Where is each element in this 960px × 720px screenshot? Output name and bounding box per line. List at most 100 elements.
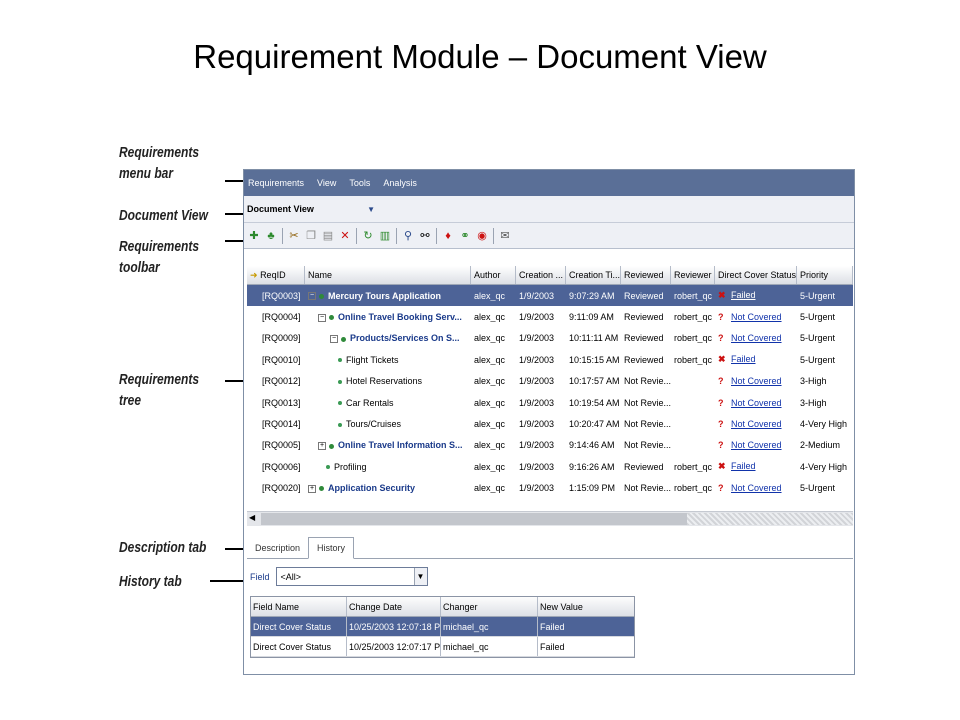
cut-icon[interactable]: ✂: [288, 229, 300, 243]
status-link[interactable]: Failed: [731, 290, 756, 300]
history-cell-value: Failed: [540, 621, 565, 632]
field-select-value: <All>: [280, 571, 302, 582]
copy-icon[interactable]: ❐: [305, 229, 317, 243]
zoom-icon[interactable]: ⚲: [402, 229, 414, 243]
refresh-icon[interactable]: ↻: [362, 229, 374, 243]
coverage-icon[interactable]: ◉: [476, 229, 488, 243]
column-header-reqid[interactable]: ➜ ReqID: [247, 266, 305, 284]
scrollbar-track[interactable]: [687, 513, 853, 525]
history-column-new-value[interactable]: New Value: [538, 597, 634, 616]
history-column-change-date[interactable]: Change Date: [347, 597, 441, 616]
tab-history[interactable]: History: [308, 537, 355, 559]
status-link[interactable]: Not Covered: [731, 398, 782, 408]
table-row[interactable]: [RQ0014] Tours/Cruises alex_qc 1/9/2003 10:2…: [247, 413, 853, 434]
column-header-creation-date[interactable]: Creation ...: [516, 266, 566, 284]
table-row[interactable]: [RQ0012] Hotel Reservations alex_qc 1/9/200…: [247, 371, 853, 392]
status-link[interactable]: Failed: [731, 461, 756, 471]
cell-reqid: [RQ0003]: [262, 290, 301, 301]
callout-history-tab: History tab: [119, 573, 182, 590]
scrollbar-thumb[interactable]: [261, 513, 687, 525]
cell-priority: 5-Urgent: [800, 333, 836, 344]
table-row[interactable]: [RQ0004] − Online Travel Booking Serv... al…: [247, 306, 853, 327]
tab-description[interactable]: Description: [247, 538, 308, 558]
cell-reviewed: Reviewed: [624, 312, 664, 323]
cell-direct-cover-status: ? Not Covered: [715, 333, 797, 343]
field-select[interactable]: <All> ▼: [275, 567, 428, 586]
status-link[interactable]: Not Covered: [731, 419, 782, 429]
cell-name[interactable]: Profiling: [305, 462, 471, 472]
find-icon[interactable]: ⚯: [419, 229, 431, 243]
document-view-label: Document View: [247, 204, 314, 214]
cell-name[interactable]: − Mercury Tours Application: [305, 291, 471, 301]
cell-name[interactable]: + Online Travel Information S...: [305, 440, 471, 450]
history-column-changer[interactable]: Changer: [441, 597, 538, 616]
menu-view[interactable]: View: [317, 178, 336, 188]
collapse-icon[interactable]: −: [318, 313, 326, 322]
paste-icon[interactable]: ▤: [322, 229, 334, 243]
details-tabs: Description History: [247, 537, 853, 559]
menu-requirements[interactable]: Requirements: [248, 178, 304, 188]
status-link[interactable]: Failed: [731, 354, 756, 364]
new-child-requirement-icon[interactable]: ♣: [265, 229, 277, 243]
table-row[interactable]: [RQ0009] − Products/Services On S... alex_q…: [247, 328, 853, 349]
convert-icon[interactable]: ♦: [442, 229, 454, 243]
scroll-left-icon[interactable]: ◀: [249, 513, 255, 522]
mail-icon[interactable]: ✉: [499, 229, 511, 243]
cell-creation-date: 1/9/2003: [519, 483, 555, 494]
status-link[interactable]: Not Covered: [731, 483, 782, 493]
horizontal-scrollbar[interactable]: ◀: [247, 511, 853, 526]
new-requirement-icon[interactable]: ✚: [248, 229, 260, 243]
status-link[interactable]: Not Covered: [731, 312, 782, 322]
history-column-field-name[interactable]: Field Name: [251, 597, 347, 616]
cell-author: alex_qc: [474, 397, 506, 408]
cell-name[interactable]: − Online Travel Booking Serv...: [305, 312, 471, 322]
history-cell-date: 10/25/2003 12:07:18 PM: [347, 617, 441, 636]
column-header-reviewed[interactable]: Reviewed: [621, 266, 671, 284]
dropdown-arrow-icon[interactable]: ▼: [367, 205, 375, 214]
chevron-down-icon[interactable]: ▼: [413, 568, 427, 585]
table-row[interactable]: [RQ0005] + Online Travel Information S... a…: [247, 435, 853, 456]
column-header-direct-cover-status[interactable]: Direct Cover Status: [715, 266, 797, 284]
collapse-icon[interactable]: −: [308, 292, 316, 301]
history-row[interactable]: Direct Cover Status 10/25/2003 12:07:17 P…: [251, 637, 634, 657]
toolbar-separator: [282, 227, 283, 244]
cell-name[interactable]: Tours/Cruises: [305, 419, 471, 429]
not-covered-question-icon: ?: [718, 440, 724, 451]
history-cell-value: Failed: [540, 641, 565, 652]
table-row[interactable]: [RQ0010] Flight Tickets alex_qc 1/9/2003 10:…: [247, 349, 853, 370]
delete-icon[interactable]: ✕: [339, 229, 351, 243]
history-row[interactable]: Direct Cover Status 10/25/2003 12:07:18 P…: [251, 617, 634, 637]
collapse-icon[interactable]: −: [330, 335, 338, 344]
table-row[interactable]: [RQ0006] Profiling alex_qc 1/9/2003 9:16:26 …: [247, 456, 853, 477]
table-row[interactable]: [RQ0013] Car Rentals alex_qc 1/9/2003 10:19:…: [247, 392, 853, 413]
columns-icon[interactable]: ▥: [379, 229, 391, 243]
attachment-icon[interactable]: ⚭: [459, 229, 471, 243]
cell-name[interactable]: − Products/Services On S...: [305, 333, 471, 343]
document-view-selector[interactable]: Document View ▼: [247, 204, 375, 214]
status-link[interactable]: Not Covered: [731, 333, 782, 343]
cell-author: alex_qc: [474, 483, 506, 494]
status-link[interactable]: Not Covered: [731, 440, 782, 450]
cell-author: alex_qc: [474, 461, 506, 472]
status-link[interactable]: Not Covered: [731, 376, 782, 386]
expand-icon[interactable]: +: [318, 442, 326, 451]
cell-name[interactable]: Car Rentals: [305, 398, 471, 408]
column-header-priority[interactable]: Priority: [797, 266, 853, 284]
column-header-creation-time[interactable]: Creation Ti...: [566, 266, 621, 284]
requirement-name: Profiling: [334, 461, 367, 472]
menu-tools[interactable]: Tools: [349, 178, 370, 188]
cell-name[interactable]: Hotel Reservations: [305, 376, 471, 386]
cell-reqid: [RQ0010]: [262, 354, 301, 365]
column-header-name[interactable]: Name: [305, 266, 471, 284]
cell-name[interactable]: Flight Tickets: [305, 355, 471, 365]
column-header-author[interactable]: Author: [471, 266, 516, 284]
menu-analysis[interactable]: Analysis: [383, 178, 417, 188]
table-row[interactable]: [RQ0020] + Application Security alex_qc 1/9/…: [247, 478, 853, 499]
requirements-tree-grid: ➜ ReqID Name Author Creation ... Creatio…: [247, 266, 853, 524]
cell-name[interactable]: + Application Security: [305, 483, 471, 493]
cell-creation-time: 9:07:29 AM: [569, 290, 615, 301]
table-row[interactable]: [RQ0003] − Mercury Tours Application alex_q…: [247, 285, 853, 307]
column-header-reviewer[interactable]: Reviewer: [671, 266, 715, 284]
expand-icon[interactable]: +: [308, 484, 316, 493]
requirement-node-icon: [326, 465, 330, 470]
